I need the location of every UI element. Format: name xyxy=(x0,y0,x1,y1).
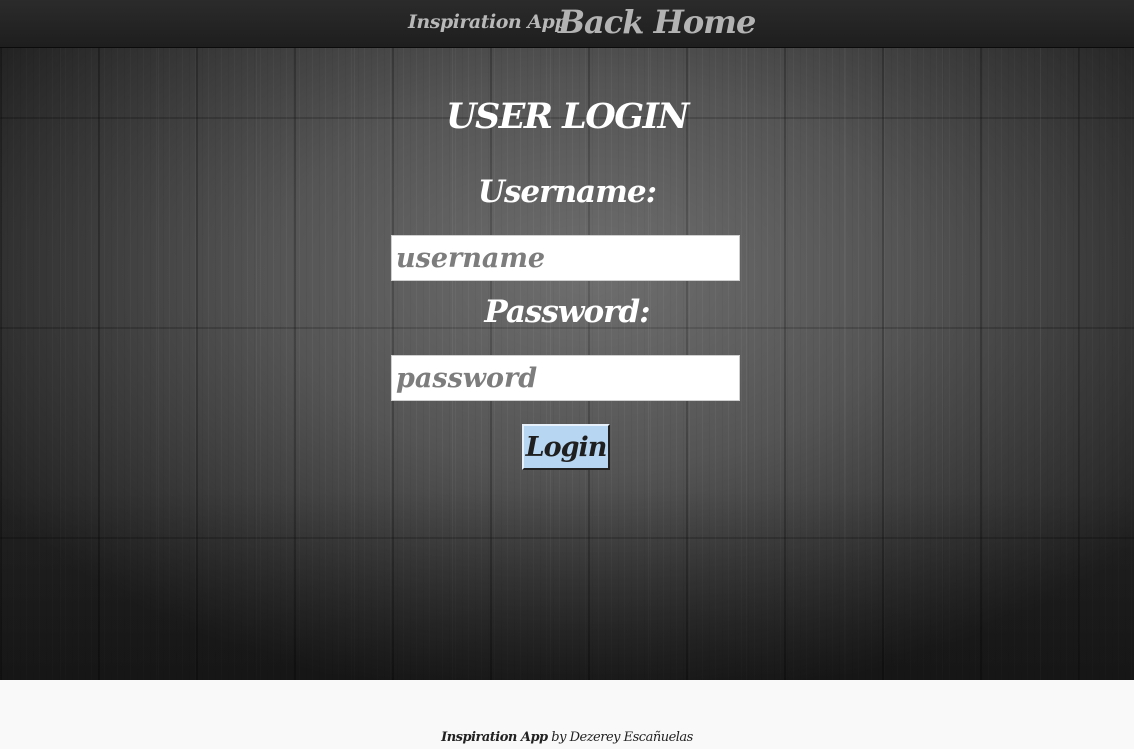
password-label: Password: xyxy=(484,294,650,330)
login-button[interactable]: Login xyxy=(522,424,610,470)
username-label: Username: xyxy=(477,174,657,210)
login-hero: USER LOGIN Username: Password: Login xyxy=(0,48,1134,680)
brand-link[interactable]: Inspiration App xyxy=(408,11,568,33)
back-home-link[interactable]: Back Home xyxy=(558,3,756,41)
footer-credit: Inspiration App by Dezerey Escañuelas xyxy=(0,730,1134,745)
top-navbar: Inspiration App Back Home xyxy=(0,0,1134,48)
footer-brand: Inspiration App xyxy=(441,730,548,745)
password-input[interactable] xyxy=(391,355,740,401)
footer-byline: by Dezerey Escañuelas xyxy=(547,730,693,745)
page-title: USER LOGIN xyxy=(445,96,690,137)
username-input[interactable] xyxy=(391,235,740,281)
page-footer: Inspiration App by Dezerey Escañuelas xyxy=(0,680,1134,749)
